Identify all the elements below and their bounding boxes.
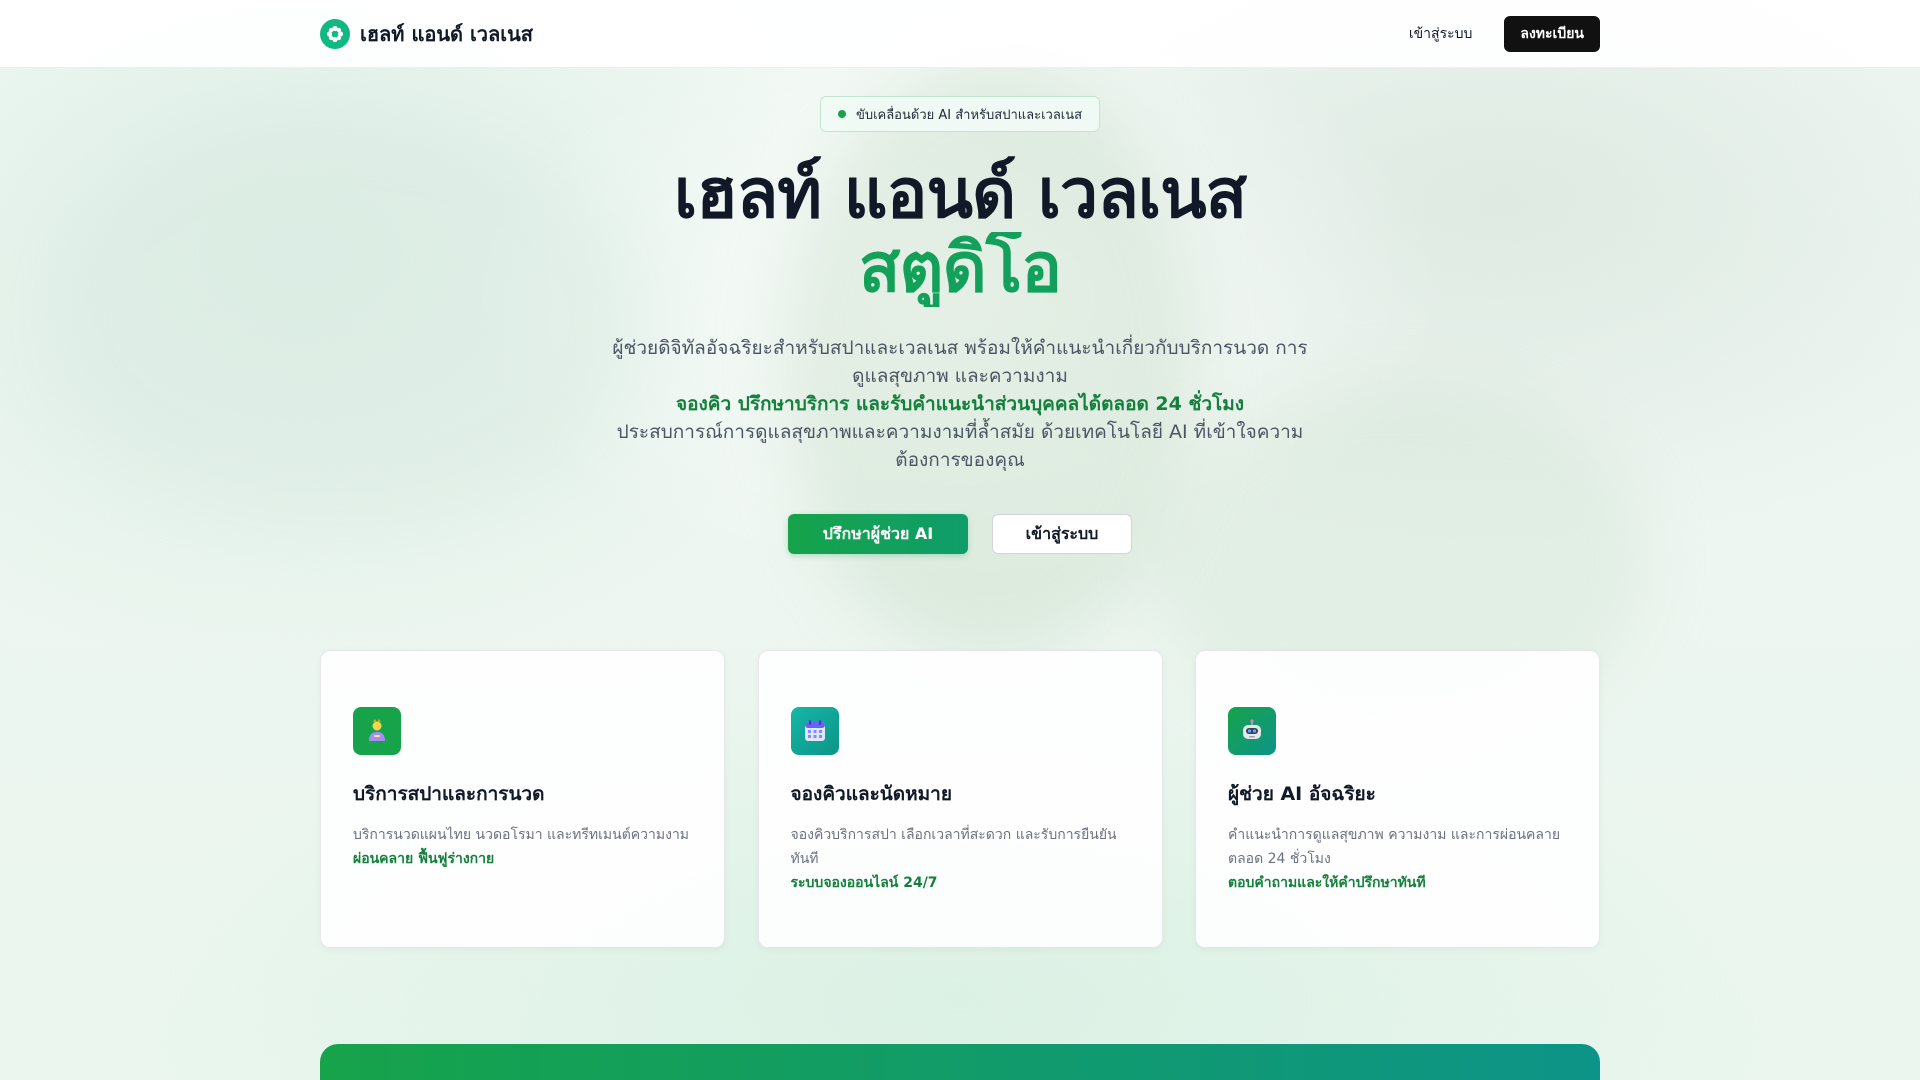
brand-name: เฮลท์ แอนด์ เวลเนส	[360, 22, 534, 46]
hero-desc-highlight: จองคิว ปรึกษาบริการ และรับคำแนะนำส่วนบุค…	[675, 393, 1245, 415]
calendar-icon	[790, 707, 839, 755]
robot-icon	[1228, 707, 1276, 755]
feature-card-spa[interactable]: บริการสปาและการนวด บริการนวดแผนไทย นวดอโ…	[320, 650, 725, 948]
hero-title-accent: สตูดิโอ	[460, 231, 1460, 307]
brand[interactable]: เฮลท์ แอนด์ เวลเนส	[320, 18, 533, 50]
card-description: จองคิวบริการสปา เลือกเวลาที่สะดวก และรับ…	[790, 827, 1117, 867]
register-button[interactable]: ลงทะเบียน	[1504, 16, 1600, 52]
badge-label: ขับเคลื่อนด้วย AI สำหรับสปาและเวลเนส	[855, 107, 1083, 123]
login-link[interactable]: เข้าสู่ระบบ	[1409, 23, 1473, 45]
hero-actions: ปรึกษาผู้ช่วย AI เข้าสู่ระบบ	[0, 514, 1920, 554]
card-title: ผู้ช่วย AI อัจฉริยะ	[1228, 783, 1376, 805]
top-navbar: เฮลท์ แอนด์ เวลเนส เข้าสู่ระบบ ลงทะเบียน	[0, 0, 1920, 68]
status-dot-icon	[837, 110, 846, 118]
flower-logo-icon	[320, 19, 350, 49]
card-highlight: ระบบจองออนไลน์ 24/7	[790, 875, 938, 891]
card-highlight: ผ่อนคลาย ฟื้นฟูร่างกาย	[353, 851, 495, 867]
card-description: คำแนะนำการดูแลสุขภาพ ความงาม และการผ่อนค…	[1228, 827, 1561, 867]
hero-desc-line1: ผู้ช่วยดิจิทัลอัจฉริยะสำหรับสปาและเวลเนส…	[612, 337, 1308, 387]
consult-ai-button[interactable]: ปรึกษาผู้ช่วย AI	[788, 514, 968, 554]
feature-card-ai[interactable]: ผู้ช่วย AI อัจฉริยะ คำแนะนำการดูแลสุขภาพ…	[1195, 650, 1600, 948]
card-title: บริการสปาและการนวด	[353, 783, 545, 805]
card-highlight: ตอบคำถามและให้คำปรึกษาทันที	[1228, 875, 1426, 891]
feature-cards: บริการสปาและการนวด บริการนวดแผนไทย นวดอโ…	[320, 650, 1600, 948]
hero-description: ผู้ช่วยดิจิทัลอัจฉริยะสำหรับสปาและเวลเนส…	[610, 334, 1310, 474]
card-description: บริการนวดแผนไทย นวดอโรมา และทรีทเมนต์ควา…	[353, 827, 690, 843]
hero-title: เฮลท์ แอนด์ เวลเนส	[673, 155, 1247, 234]
hero-login-button[interactable]: เข้าสู่ระบบ	[992, 514, 1132, 554]
ai-badge: ขับเคลื่อนด้วย AI สำหรับสปาและเวลเนส	[820, 96, 1100, 132]
cta-banner	[320, 1044, 1600, 1080]
card-title: จองคิวและนัดหมาย	[790, 783, 952, 805]
feature-card-booking[interactable]: จองคิวและนัดหมาย จองคิวบริการสปา เลือกเว…	[757, 650, 1163, 948]
hero-desc-line2: ประสบการณ์การดูแลสุขภาพและความงามที่ล้ำส…	[616, 421, 1304, 471]
massage-person-icon	[353, 707, 401, 755]
